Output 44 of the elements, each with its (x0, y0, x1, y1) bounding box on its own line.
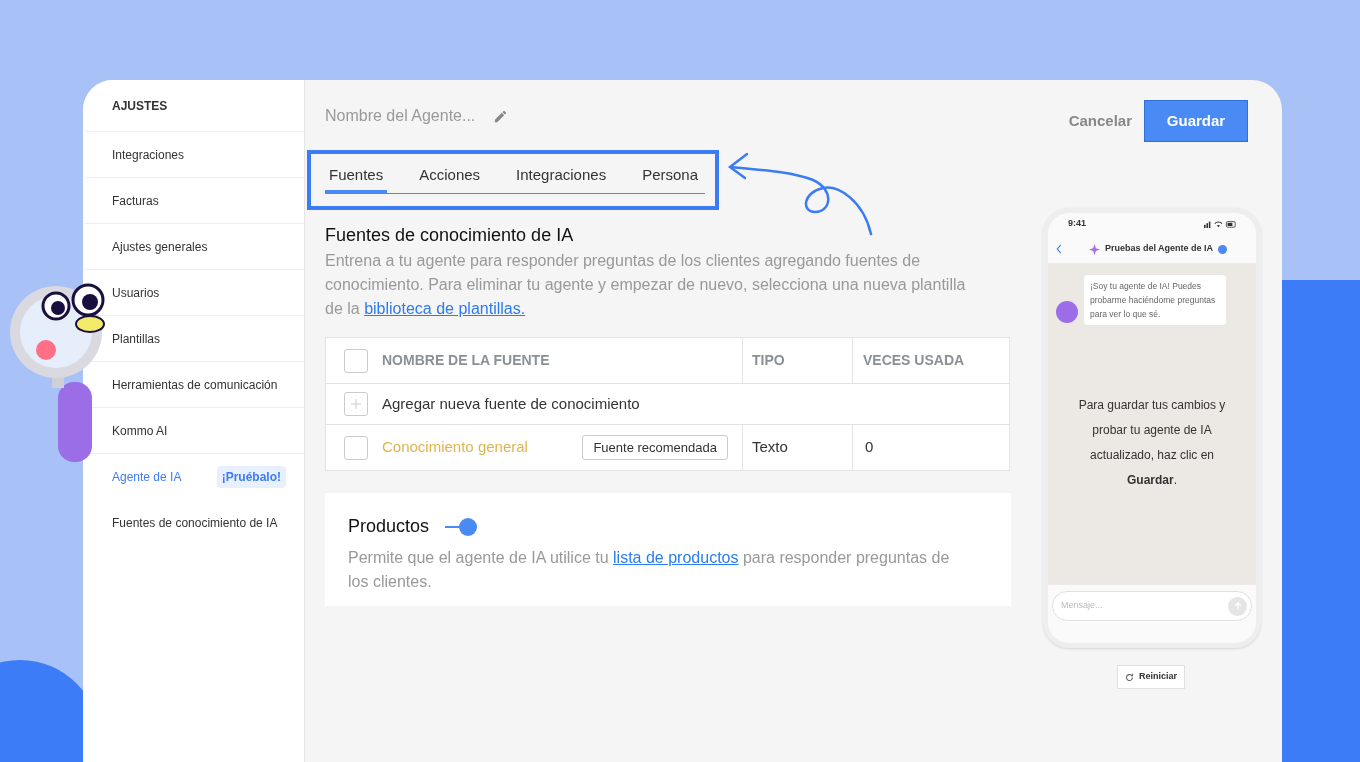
products-description: Permite que el agente de IA utilice tu lista de productos para responder preguntas de los clientes. (348, 548, 951, 592)
back-icon[interactable] (1056, 244, 1062, 254)
sidebar-item[interactable]: Agente de IA (112, 468, 182, 486)
recommended-tag: Fuente recomendada (582, 434, 728, 461)
sidebar-item[interactable]: Ajustes generales (112, 237, 208, 256)
save-notice: Para guardar tus cambios y probar tu agente de IA actualizado, haz clic en Guardar. (1077, 397, 1227, 489)
select-all-checkbox[interactable] (344, 348, 368, 373)
sidebar-item[interactable]: Plantillas (112, 329, 161, 348)
table-cell-text: 0 (865, 437, 874, 458)
chat-title: Pruebas del Agente de IA (1104, 242, 1214, 256)
plus-icon[interactable] (344, 392, 368, 416)
sidebar-item[interactable]: Integraciones (112, 145, 185, 164)
templates-link[interactable]: biblioteca de plantillas. (364, 300, 526, 317)
sidebar-item[interactable]: Fuentes de conocimiento de IA (112, 514, 278, 532)
bot-avatar (1056, 301, 1078, 323)
row-checkbox[interactable] (344, 435, 368, 460)
column-header: NOMBRE DE LA FUENTE (382, 351, 550, 370)
refresh-icon (1125, 672, 1134, 682)
sidebar-item[interactable]: Facturas (112, 191, 159, 210)
tab[interactable]: Integraciones (512, 161, 611, 193)
sidebar-title: AJUSTES (85, 80, 304, 132)
table-cell-text: Texto (752, 437, 788, 458)
section-title: Fuentes de conocimiento de IA (325, 224, 575, 247)
sparkle-icon (1088, 243, 1100, 255)
status-time: 9:41 (1068, 217, 1086, 231)
pencil-icon[interactable] (493, 108, 509, 124)
products-list-link[interactable]: lista de productos (613, 549, 739, 566)
bot-message: ¡Soy tu agente de IA! Puedes probarme haciéndome preguntas para ver lo que sé. (1084, 275, 1226, 325)
status-icons (1204, 220, 1236, 228)
products-title: Productos (348, 515, 430, 538)
column-header: TIPO (752, 351, 785, 370)
column-header: VECES USADA (863, 351, 965, 370)
send-icon[interactable] (1228, 596, 1247, 616)
sidebar-item[interactable]: Usuarios (112, 283, 160, 302)
try-badge: ¡Pruébalo! (216, 466, 286, 488)
reset-button[interactable]: Reiniciar (1117, 665, 1186, 689)
sidebar-item[interactable]: Herramientas de comunicación (112, 375, 278, 394)
products-toggle[interactable] (445, 516, 478, 537)
add-source-link[interactable]: Agregar nueva fuente de conocimiento (382, 392, 640, 416)
tab[interactable]: Persona (638, 161, 702, 193)
sidebar-item[interactable]: Kommo AI (112, 421, 168, 440)
tab[interactable]: Fuentes (325, 161, 388, 193)
tab[interactable]: Acciones (415, 161, 485, 193)
section-description: Entrena a tu agente para responder preguntas de los clientes agregando fuentes de conocimiento. Para eliminar tu agente y empezar de nuevo, selecciona una nueva plantilla de la biblioteca de plantillas. (325, 251, 967, 319)
